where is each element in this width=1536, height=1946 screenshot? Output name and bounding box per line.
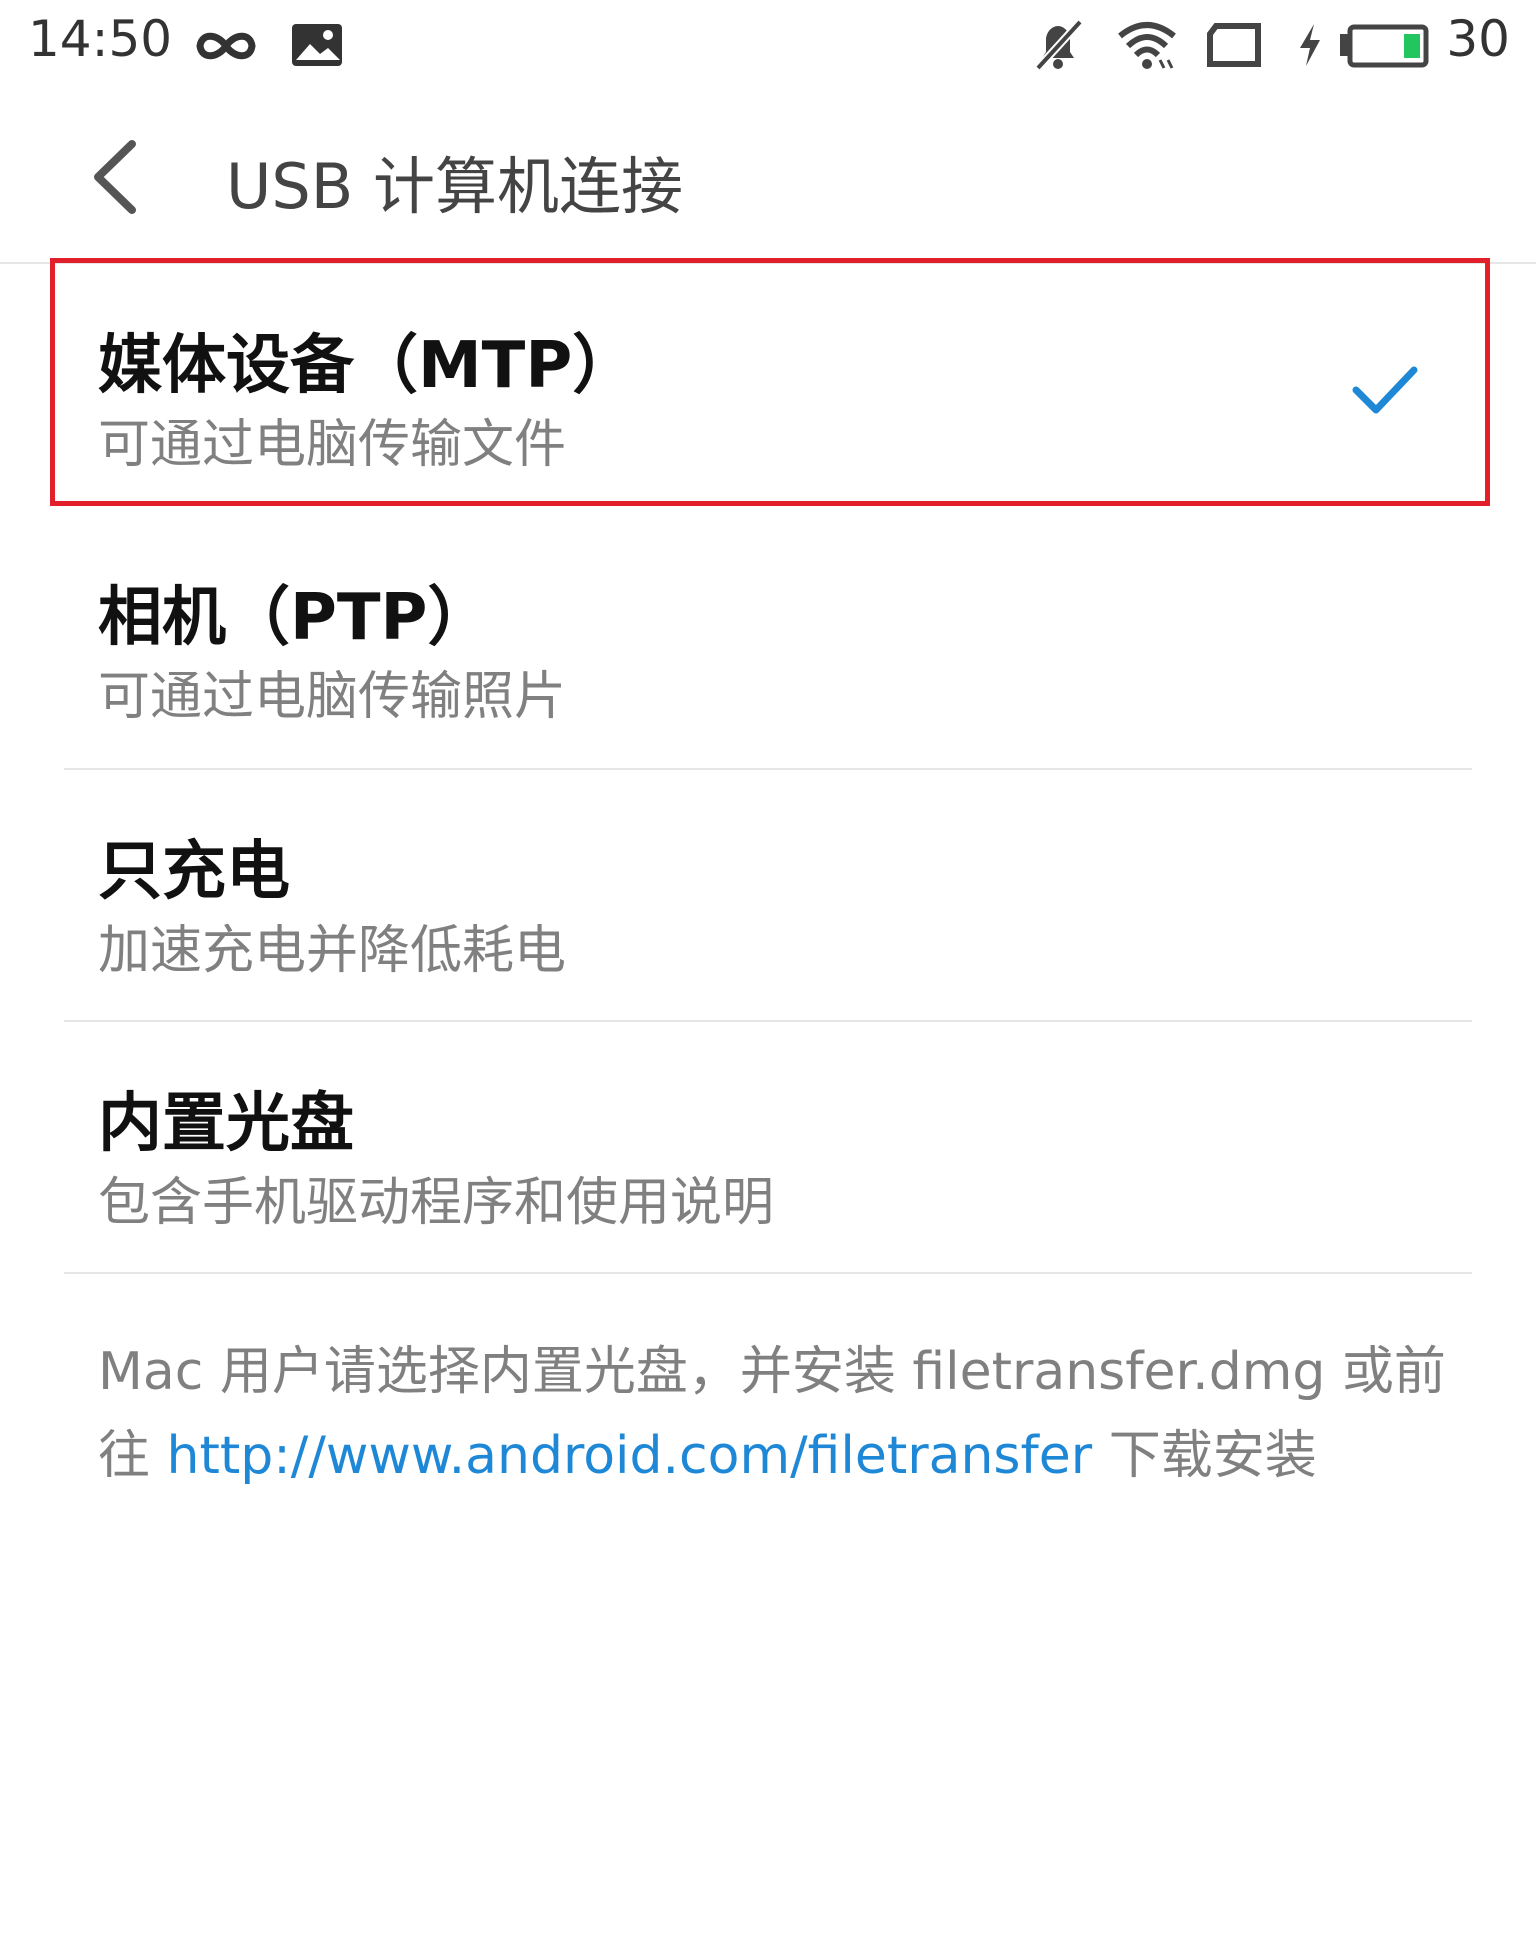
option-mtp[interactable]: 媒体设备（MTP） 可通过电脑传输文件 [64,262,1472,512]
option-charge-only[interactable]: 只充电 加速充电并降低耗电 [64,770,1472,1020]
option-subtitle: 包含手机驱动程序和使用说明 [98,1173,775,1233]
mute-bell-icon [1035,19,1083,71]
option-title: 只充电 [98,835,290,909]
option-title: 内置光盘 [98,1087,354,1161]
page-title: USB 计算机连接 [226,150,683,223]
option-built-in-cd[interactable]: 内置光盘 包含手机驱动程序和使用说明 [64,1022,1472,1272]
option-ptp[interactable]: 相机（PTP） 可通过电脑传输照片 [64,514,1472,764]
chevron-left-icon [94,140,136,214]
check-icon [1352,366,1418,414]
divider [64,1272,1472,1274]
battery-icon [1340,24,1429,68]
info-note: Mac 用户请选择内置光盘，并安装 filetransfer.dmg 或前往 h… [98,1330,1458,1498]
option-subtitle: 可通过电脑传输文件 [98,415,567,475]
app-bar: USB 计算机连接 [0,92,1536,264]
option-title: 媒体设备（MTP） [98,329,637,403]
note-text-after: 下载安装 [1092,1426,1317,1486]
option-title: 相机（PTP） [98,581,492,655]
image-icon [292,24,342,66]
battery-percent: 30 [1446,10,1510,68]
status-time: 14:50 [28,10,173,68]
infinity-icon [196,32,256,60]
status-bar: 14:50 30 [0,0,1536,92]
charging-bolt-icon [1300,24,1320,66]
wifi-icon [1118,22,1176,69]
option-subtitle: 可通过电脑传输照片 [98,667,567,727]
filetransfer-link[interactable]: http://www.android.com/filetransfer [167,1426,1093,1486]
back-button[interactable] [80,132,160,222]
option-subtitle: 加速充电并降低耗电 [98,921,567,981]
screen-icon [1207,23,1261,67]
